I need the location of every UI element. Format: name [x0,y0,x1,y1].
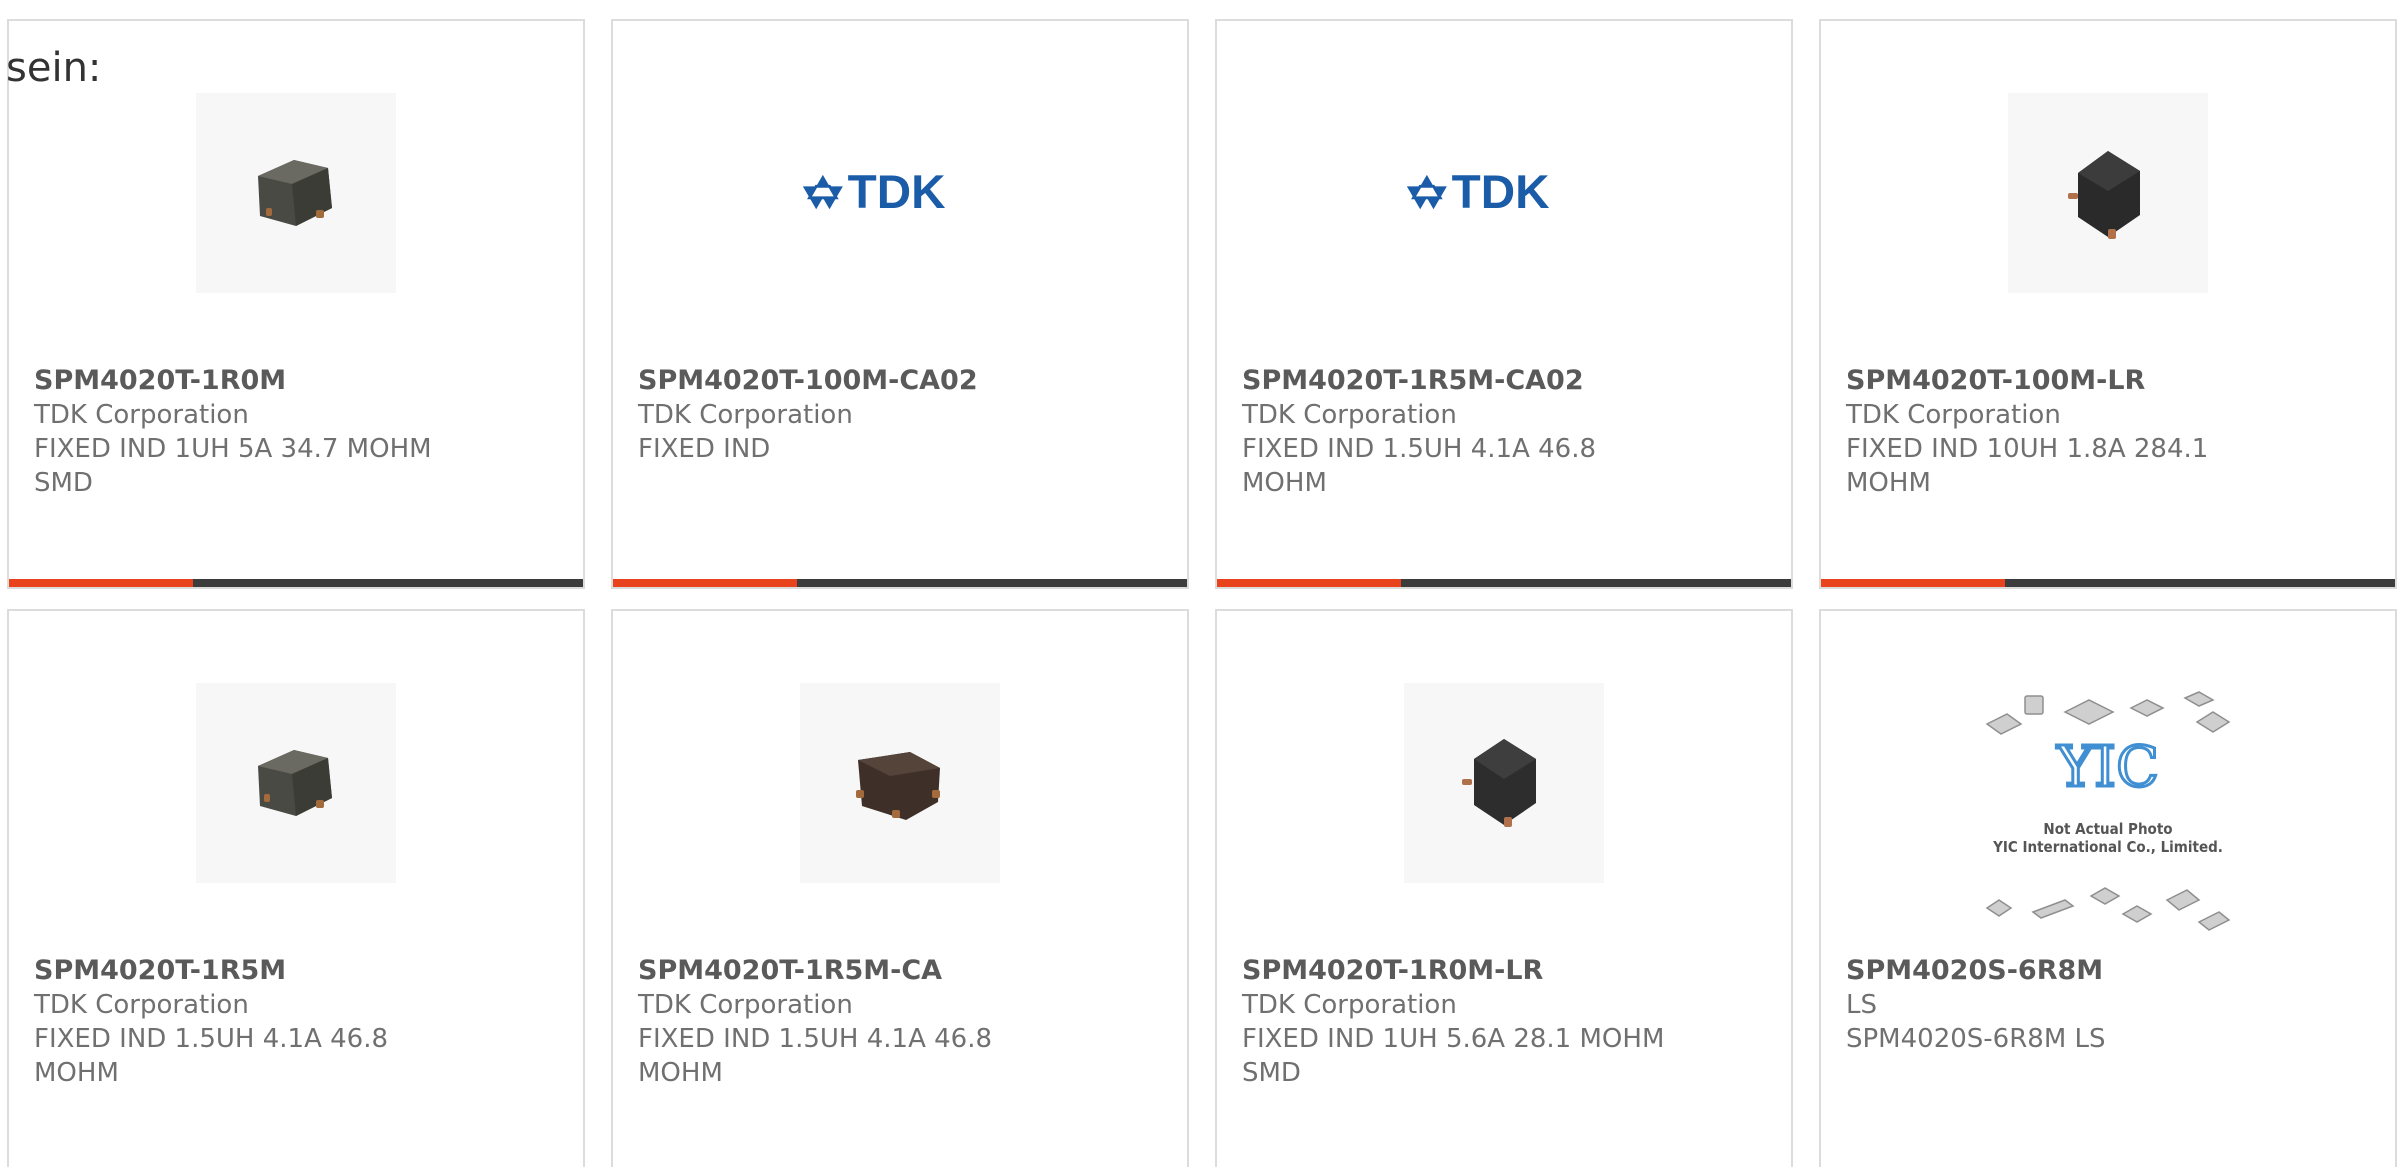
product-image[interactable] [196,93,396,293]
part-number-link[interactable]: SPM4020T-1R5M-CA [638,954,1167,988]
tdk-logo-icon: TDK [1406,166,1550,219]
product-image[interactable]: YIC Not Actual Photo YIC International C… [1973,686,2243,936]
product-card[interactable]: YIC Not Actual Photo YIC International C… [1819,609,2397,1167]
product-info: SPM4020T-100M-CA02 TDK Corporation FIXED… [638,364,1167,466]
description-label: FIXED IND 1.5UH 4.1A 46.8 MOHM [1242,434,1597,498]
progress-bar [9,579,583,587]
progress-bar [613,579,1187,587]
part-number-link[interactable]: SPM4020T-1R5M-CA02 [1242,364,1771,398]
manufacturer-label: TDK Corporation [1242,990,1457,1020]
svg-text:TDK: TDK [1452,166,1550,219]
manufacturer-label: TDK Corporation [1242,400,1457,430]
manufacturer-label: TDK Corporation [638,990,853,1020]
svg-text:TDK: TDK [848,166,946,219]
progress-bar-fill [613,579,797,587]
part-number-link[interactable]: SPM4020T-1R0M-LR [1242,954,1771,988]
inductor-photo-icon [258,750,332,816]
product-image[interactable] [800,683,1000,883]
part-number-link[interactable]: SPM4020T-100M-CA02 [638,364,1167,398]
product-image[interactable] [196,683,396,883]
progress-bar-fill [1217,579,1401,587]
inductor-photo-icon [2068,151,2140,239]
part-number-link[interactable]: SPM4020T-1R5M [34,954,563,988]
product-card[interactable]: SPM4020T-1R5M TDK Corporation FIXED IND … [7,609,585,1167]
progress-bar [1821,579,2395,587]
progress-bar-fill [9,579,193,587]
manufacturer-label: TDK Corporation [34,400,249,430]
product-card[interactable]: SPM4020T-1R5M-CA TDK Corporation FIXED I… [611,609,1189,1167]
product-image[interactable]: TDK [1404,93,1604,293]
product-info: SPM4020T-1R5M-CA TDK Corporation FIXED I… [638,954,1167,1090]
description-label: FIXED IND 10UH 1.8A 284.1 MOHM [1846,434,2209,498]
part-number-link[interactable]: SPM4020T-100M-LR [1846,364,2375,398]
progress-bar [1217,579,1791,587]
product-card[interactable]: TDK SPM4020T-1R5M-CA02 TDK Corporation F… [1215,19,1793,589]
svg-text:Not Actual Photo: Not Actual Photo [2043,820,2172,838]
product-info: SPM4020T-1R0M-LR TDK Corporation FIXED I… [1242,954,1771,1090]
product-image[interactable] [2008,93,2208,293]
product-image[interactable] [1404,683,1604,883]
description-label: SPM4020S-6R8M LS [1846,1024,2106,1054]
product-info: SPM4020T-1R0M TDK Corporation FIXED IND … [34,364,563,500]
product-card[interactable]: TDK SPM4020T-100M-CA02 TDK Corporation F… [611,19,1189,589]
product-info: SPM4020S-6R8M LS SPM4020S-6R8M LS [1846,954,2375,1056]
part-number-link[interactable]: SPM4020S-6R8M [1846,954,2375,988]
inductor-photo-icon [258,160,332,226]
manufacturer-label: LS [1846,990,1877,1020]
placeholder-photo-icon: YIC Not Actual Photo YIC International C… [1985,691,2231,931]
product-grid-page: sein: SPM4020T-1R0M TDK Corporation FIXE… [0,0,2400,1167]
manufacturer-label: TDK Corporation [34,990,249,1020]
description-label: FIXED IND [638,434,771,464]
product-card[interactable]: SPM4020T-1R0M-LR TDK Corporation FIXED I… [1215,609,1793,1167]
description-label: FIXED IND 1UH 5A 34.7 MOHM SMD [34,434,432,498]
description-label: FIXED IND 1UH 5.6A 28.1 MOHM SMD [1242,1024,1665,1088]
tdk-logo-icon: TDK [802,166,946,219]
inductor-photo-icon [1462,739,1536,827]
inductor-photo-icon [856,752,940,820]
manufacturer-label: TDK Corporation [1846,400,2061,430]
product-grid: SPM4020T-1R0M TDK Corporation FIXED IND … [0,0,2400,1167]
product-info: SPM4020T-1R5M-CA02 TDK Corporation FIXED… [1242,364,1771,500]
product-info: SPM4020T-100M-LR TDK Corporation FIXED I… [1846,364,2375,500]
part-number-link[interactable]: SPM4020T-1R0M [34,364,563,398]
leading-text: sein: [6,45,102,91]
product-image[interactable]: TDK [800,93,1000,293]
manufacturer-label: TDK Corporation [638,400,853,430]
description-label: FIXED IND 1.5UH 4.1A 46.8 MOHM [34,1024,389,1088]
product-card[interactable]: SPM4020T-1R0M TDK Corporation FIXED IND … [7,19,585,589]
svg-text:YIC International Co., Limited: YIC International Co., Limited. [1992,838,2223,856]
product-info: SPM4020T-1R5M TDK Corporation FIXED IND … [34,954,563,1090]
progress-bar-fill [1821,579,2005,587]
product-card[interactable]: SPM4020T-100M-LR TDK Corporation FIXED I… [1819,19,2397,589]
description-label: FIXED IND 1.5UH 4.1A 46.8 MOHM [638,1024,993,1088]
svg-text:YIC: YIC [2056,735,2159,800]
